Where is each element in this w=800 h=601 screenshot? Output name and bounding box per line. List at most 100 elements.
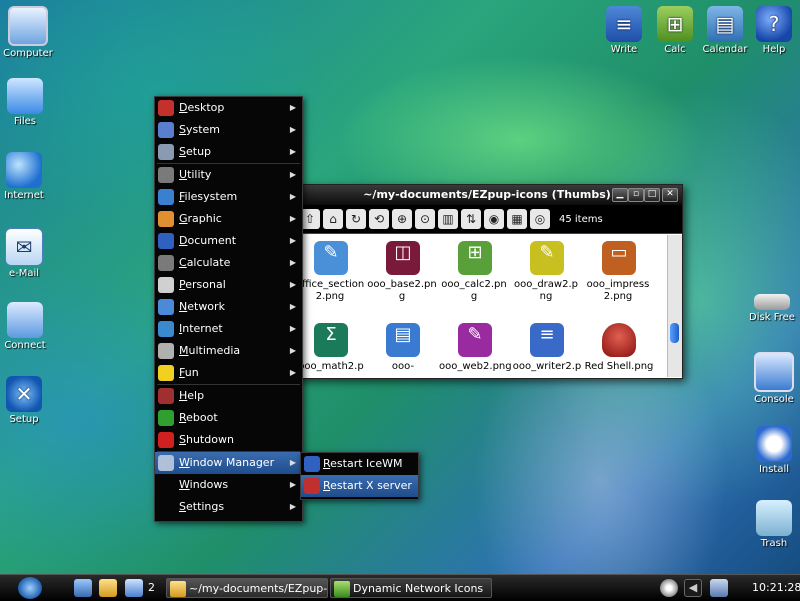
menu-item-mnemonic: W — [179, 456, 190, 469]
menu-item-restart-icewm[interactable]: Restart IceWMRestart IceWM — [301, 453, 418, 475]
menu-item-fun[interactable]: FunFun▶ — [155, 362, 302, 384]
file-thumbnail-icon — [602, 323, 636, 357]
menu-item-reboot[interactable]: RebootReboot — [155, 407, 302, 429]
menu-item-filesystem[interactable]: FilesystemFilesystem▶ — [155, 186, 302, 208]
file-item[interactable]: ▭ ooo_impress2.png — [583, 241, 655, 303]
desktop-icon-computer[interactable]: Computer — [0, 6, 60, 59]
file-thumbnail-icon: Σ — [314, 323, 348, 357]
desktop-icon-install[interactable]: Install — [742, 426, 800, 475]
restore-button[interactable]: ▫ — [628, 188, 644, 202]
file-label: ooo_web2.png — [439, 361, 512, 372]
menu-item-settings[interactable]: SettingsSettings▶ — [155, 496, 302, 518]
desktop-icon-email[interactable]: ✉ e-Mail — [0, 228, 56, 279]
sort-icon[interactable]: ⇅ — [461, 209, 481, 229]
shutdown-icon — [158, 432, 174, 448]
desktop-icon-console[interactable]: Console — [742, 352, 800, 405]
file-item[interactable]: ▤ ooo- — [367, 323, 439, 373]
file-item[interactable]: ✎ office_section2.png — [295, 241, 367, 303]
workspace-number[interactable]: 2 — [148, 578, 155, 598]
grid-icon[interactable]: ▦ — [507, 209, 527, 229]
file-item[interactable]: ◫ ooo_base2.png — [367, 241, 439, 303]
personal-icon — [158, 277, 174, 293]
view-icon[interactable]: ▥ — [438, 209, 458, 229]
clock[interactable]: 10:21:28 — [752, 578, 800, 598]
eye-icon[interactable]: ◉ — [484, 209, 504, 229]
file-item[interactable]: ✎ ooo_draw2.png — [511, 241, 583, 303]
network-tray-icon[interactable] — [710, 579, 728, 597]
up-arrow-icon[interactable]: ⇧ — [300, 209, 320, 229]
help-book-icon — [158, 388, 174, 404]
desktop-icon-trash[interactable]: Trash — [742, 500, 800, 549]
task-button-file-manager[interactable]: ~/my-documents/EZpup-... — [166, 578, 328, 598]
file-item[interactable]: ✎ ooo_web2.png — [439, 323, 512, 373]
menu-item-help[interactable]: HelpHelp — [155, 385, 302, 407]
desktop-icon-help[interactable]: ? Help — [742, 6, 800, 55]
window-toolbar: ⇧ ⌂ ↻ ⟲ ⊕ ⊙ ▥ ⇅ ◉ ▦ ◎ 45 items — [292, 205, 682, 234]
menu-item-restart-x-server[interactable]: Restart X serverRestart X server — [301, 475, 418, 497]
file-thumbnail-icon: ⊞ — [458, 241, 492, 275]
desktop-icon-connect[interactable]: Connect — [0, 302, 57, 351]
file-manager-launcher-icon[interactable] — [99, 579, 117, 597]
menu-item-internet[interactable]: InternetInternet▶ — [155, 318, 302, 340]
file-label: ooo_writer2.p — [512, 361, 582, 372]
start-button-icon[interactable] — [18, 577, 42, 599]
maximize-button[interactable]: □ — [644, 188, 660, 202]
close-button[interactable]: ✕ — [662, 188, 678, 202]
zoom-fit-icon[interactable]: ⊙ — [415, 209, 435, 229]
menu-item-utility[interactable]: UtilityUtility▶ — [155, 164, 302, 186]
menu-item-calculate[interactable]: CalculateCalculate▶ — [155, 252, 302, 274]
show-desktop-icon[interactable] — [74, 579, 92, 597]
desktop-icon-label: Connect — [4, 340, 46, 351]
workspace-pager-icon[interactable] — [125, 579, 143, 597]
menu-item-multimedia[interactable]: MultimediaMultimedia▶ — [155, 340, 302, 362]
file-item[interactable]: ≡ ooo_writer2.p — [511, 323, 583, 373]
submenu-arrow-icon: ▶ — [289, 458, 296, 467]
window-manager-submenu: Restart IceWMRestart IceWMRestart X serv… — [300, 452, 419, 500]
refresh-icon[interactable]: ↻ — [346, 209, 366, 229]
menu-item-mnemonic: G — [179, 212, 188, 225]
submenu-arrow-icon: ▶ — [289, 103, 296, 112]
menu-item-setup[interactable]: SetupSetup▶ — [155, 141, 302, 163]
home-icon[interactable]: ⌂ — [323, 209, 343, 229]
zoom-in-icon[interactable]: ⊕ — [392, 209, 412, 229]
submenu-arrow-icon: ▶ — [289, 170, 296, 179]
submenu-arrow-icon: ▶ — [289, 258, 296, 267]
desktop-icon-disk-free[interactable]: Disk Free — [740, 280, 800, 323]
menu-item-document[interactable]: DocumentDocument▶ — [155, 230, 302, 252]
volume-icon[interactable]: ◀ — [684, 579, 702, 597]
menu-item-network[interactable]: NetworkNetwork▶ — [155, 296, 302, 318]
menu-item-label-rest: ilesystem — [184, 190, 238, 203]
menu-item-desktop[interactable]: DesktopDesktop▶ — [155, 97, 302, 119]
menu-item-personal[interactable]: PersonalPersonal▶ — [155, 274, 302, 296]
menu-item-window-manager[interactable]: Window ManagerWindow Manager▶ — [155, 452, 302, 474]
reload-icon[interactable]: ⟲ — [369, 209, 389, 229]
file-item[interactable]: ⊞ ooo_calc2.png — [439, 241, 511, 303]
lifebuoy-icon[interactable]: ◎ — [530, 209, 550, 229]
menu-item-windows[interactable]: WindowsWindows▶ — [155, 474, 302, 496]
desktop-icon-setup[interactable]: ✕ Setup — [0, 376, 56, 425]
menu-item-mnemonic: W — [179, 478, 190, 491]
menu-item-shutdown[interactable]: ShutdownShutdown — [155, 429, 302, 451]
task-button-network-icons[interactable]: Dynamic Network Icons — [330, 578, 492, 598]
menu-item-system[interactable]: SystemSystem▶ — [155, 119, 302, 141]
graphic-icon — [158, 211, 174, 227]
file-manager-window: ~/my-documents/EZpup-icons (Thumbs) ▁ ▫ … — [291, 184, 683, 379]
start-menu: DesktopDesktop▶SystemSystem▶SetupSetup▶U… — [154, 96, 303, 522]
network-icon — [158, 299, 174, 315]
minimize-button[interactable]: ▁ — [612, 188, 628, 202]
menu-item-graphic[interactable]: GraphicGraphic▶ — [155, 208, 302, 230]
file-item[interactable]: Red Shell.png — [583, 323, 655, 373]
disk-free-icon — [754, 294, 790, 310]
window-titlebar[interactable]: ~/my-documents/EZpup-icons (Thumbs) ▁ ▫ … — [292, 185, 682, 205]
menu-item-label-rest: ystem — [185, 123, 221, 136]
desktop-icon-internet[interactable]: Internet — [0, 152, 56, 201]
menu-item-label-rest: nternet — [182, 322, 223, 335]
desktop-icon-files[interactable]: Files — [0, 78, 57, 127]
cd-drive-icon[interactable] — [660, 579, 678, 597]
menu-item-label-rest: alculate — [186, 256, 231, 269]
menu-item-label-rest: etwork — [187, 300, 225, 313]
taskbar: 2 ~/my-documents/EZpup-... Dynamic Netwo… — [0, 574, 800, 601]
file-item[interactable]: Σ ooo_math2.p — [295, 323, 367, 373]
scrollbar-thumb[interactable] — [670, 323, 679, 343]
vertical-scrollbar[interactable] — [667, 235, 682, 377]
